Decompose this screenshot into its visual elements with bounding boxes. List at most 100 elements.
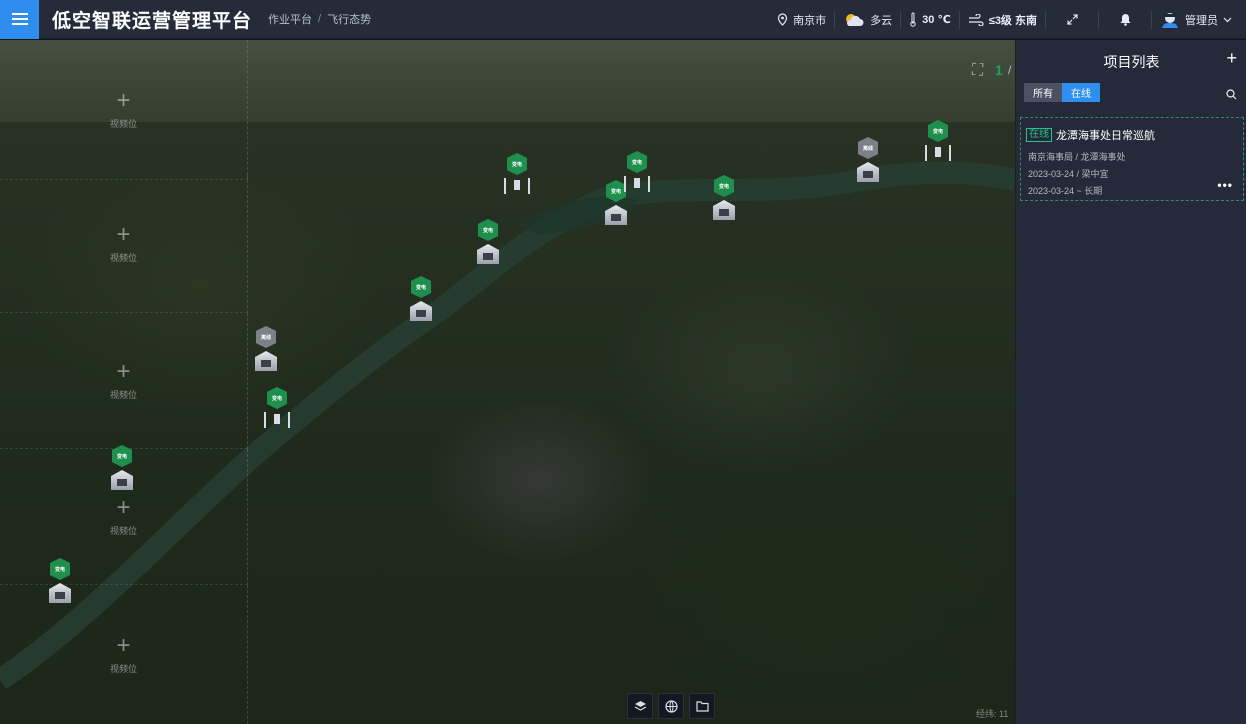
station-marker[interactable]: 离线 <box>252 326 280 371</box>
notification-button[interactable] <box>1099 0 1151 39</box>
hangar-icon <box>713 200 735 220</box>
station-marker[interactable]: 变电 <box>710 175 738 220</box>
folder-icon <box>695 701 709 712</box>
location-text: 南京市 <box>793 14 827 27</box>
add-icon: + <box>116 632 131 659</box>
thermometer-icon <box>910 12 916 27</box>
breadcrumb-item-platform[interactable]: 作业平台 <box>268 11 312 27</box>
add-project-button[interactable]: + <box>1226 48 1237 69</box>
video-slot-label: 视频位 <box>109 253 137 263</box>
marker-tag: 变电 <box>50 558 70 580</box>
project-created: 2023-03-24 / 梁中宜 <box>1028 169 1109 179</box>
filter-all[interactable]: 所有 <box>1024 83 1062 102</box>
view-separator: / <box>1008 63 1012 77</box>
hangar-icon <box>111 470 133 490</box>
add-icon: + <box>116 221 131 248</box>
station-marker[interactable]: 变电 <box>46 558 74 603</box>
user-menu[interactable]: 管理员 <box>1152 0 1246 39</box>
hangar-icon <box>605 205 627 225</box>
drone-marker[interactable]: 变电 <box>503 153 531 194</box>
project-org: 南京海事局 / 龙潭海事处 <box>1028 152 1126 162</box>
station-marker[interactable]: 变电 <box>108 445 136 490</box>
cloudy-sun-icon <box>846 13 864 26</box>
location-selector[interactable]: 南京市 <box>769 0 834 39</box>
marker-tag: 离线 <box>858 137 878 159</box>
header-status-area: 南京市 多云 30 ℃ ≤3级 东南 管理员 <box>769 0 1246 39</box>
video-slot-label: 视频位 <box>109 664 137 674</box>
project-name: 龙潭海事处日常巡航 <box>1056 130 1155 142</box>
bell-icon <box>1120 14 1130 26</box>
station-marker[interactable]: 变电 <box>474 219 502 264</box>
layers-button[interactable] <box>627 693 653 719</box>
chevron-down-icon <box>1223 17 1232 22</box>
globe-button[interactable] <box>658 693 684 719</box>
weather-info: 多云 <box>835 0 900 39</box>
split-view-icon[interactable]: ⛶ <box>972 62 983 80</box>
drone-marker[interactable]: 变电 <box>623 151 651 192</box>
video-slot-label: 视频位 <box>109 390 137 400</box>
hangar-icon <box>255 351 277 371</box>
marker-tag: 变电 <box>267 387 287 409</box>
globe-icon <box>664 699 678 713</box>
layers-icon <box>634 700 646 711</box>
video-slot[interactable]: + 视频位 <box>0 585 248 724</box>
temperature-info: 30 ℃ <box>901 0 959 39</box>
expand-icon <box>1066 14 1078 25</box>
map-toolbar <box>627 693 715 719</box>
coordinate-readout: 经纬: 11 <box>976 709 1009 719</box>
video-slot[interactable]: + 视频位 <box>0 313 248 449</box>
marker-tag: 变电 <box>411 276 431 298</box>
menu-button[interactable] <box>0 0 39 39</box>
marker-tag: 变电 <box>928 120 948 142</box>
hangar-icon <box>49 583 71 603</box>
wind-text: ≤3级 东南 <box>988 14 1037 27</box>
view-count: 1 <box>995 62 1003 78</box>
project-header: 在线 龙潭海事处日常巡航 <box>1026 127 1155 143</box>
breadcrumb-item-flight-status: 飞行态势 <box>327 14 372 26</box>
folder-button[interactable] <box>689 693 715 719</box>
avatar-icon <box>1162 12 1178 28</box>
marker-tag: 变电 <box>714 175 734 197</box>
search-icon <box>1226 89 1237 100</box>
drone-icon <box>925 145 951 161</box>
drone-marker[interactable]: 变电 <box>924 120 952 161</box>
hangar-icon <box>857 162 879 182</box>
status-badge: 在线 <box>1026 128 1052 142</box>
wind-icon <box>968 13 984 26</box>
video-slot[interactable]: + 视频位 <box>0 175 248 313</box>
station-marker[interactable]: 变电 <box>407 276 435 321</box>
hangar-icon <box>410 301 432 321</box>
drone-icon <box>264 412 290 428</box>
filter-online[interactable]: 在线 <box>1062 83 1100 102</box>
temperature-text: 30 ℃ <box>922 14 951 26</box>
project-card[interactable]: 在线 龙潭海事处日常巡航 南京海事局 / 龙潭海事处 2023-03-24 / … <box>1020 117 1244 201</box>
drone-icon <box>504 178 530 194</box>
app-title: 低空智联运营管理平台 <box>52 10 253 32</box>
location-pin-icon <box>778 13 788 26</box>
drone-icon <box>624 176 650 192</box>
filter-toggle: 所有 在线 <box>1024 83 1100 102</box>
marker-tag: 离线 <box>256 326 276 348</box>
wind-info: ≤3级 东南 <box>960 0 1045 39</box>
project-period: 2023-03-24 ~ 长期 <box>1028 186 1103 196</box>
add-icon: + <box>116 494 131 521</box>
add-icon: + <box>116 87 131 114</box>
marker-tag: 变电 <box>507 153 527 175</box>
map-view[interactable]: + 视频位 + 视频位 + 视频位 + 视频位 + 视频位 变电 变电 变电 离… <box>0 40 1015 724</box>
station-marker[interactable]: 离线 <box>854 137 882 182</box>
project-panel: 项目列表 + 所有 在线 在线 龙潭海事处日常巡航 南京海事局 / 龙潭海事处 … <box>1015 40 1246 724</box>
video-slot-label: 视频位 <box>109 526 137 536</box>
marker-tag: 变电 <box>478 219 498 241</box>
panel-title: 项目列表 <box>1103 54 1160 70</box>
hamburger-icon <box>11 13 28 25</box>
username: 管理员 <box>1185 14 1218 27</box>
search-button[interactable] <box>1226 87 1237 105</box>
video-slot[interactable]: + 视频位 <box>0 40 248 180</box>
breadcrumb: 作业平台 / 飞行态势 <box>268 11 371 27</box>
add-icon: + <box>116 358 131 385</box>
more-options-button[interactable]: ••• <box>1217 179 1233 191</box>
drone-marker[interactable]: 变电 <box>263 387 291 428</box>
weather-text: 多云 <box>870 14 893 27</box>
top-bar: 低空智联运营管理平台 作业平台 / 飞行态势 南京市 多云 30 ℃ ≤3级 东… <box>0 0 1246 39</box>
fullscreen-button[interactable] <box>1046 0 1098 39</box>
